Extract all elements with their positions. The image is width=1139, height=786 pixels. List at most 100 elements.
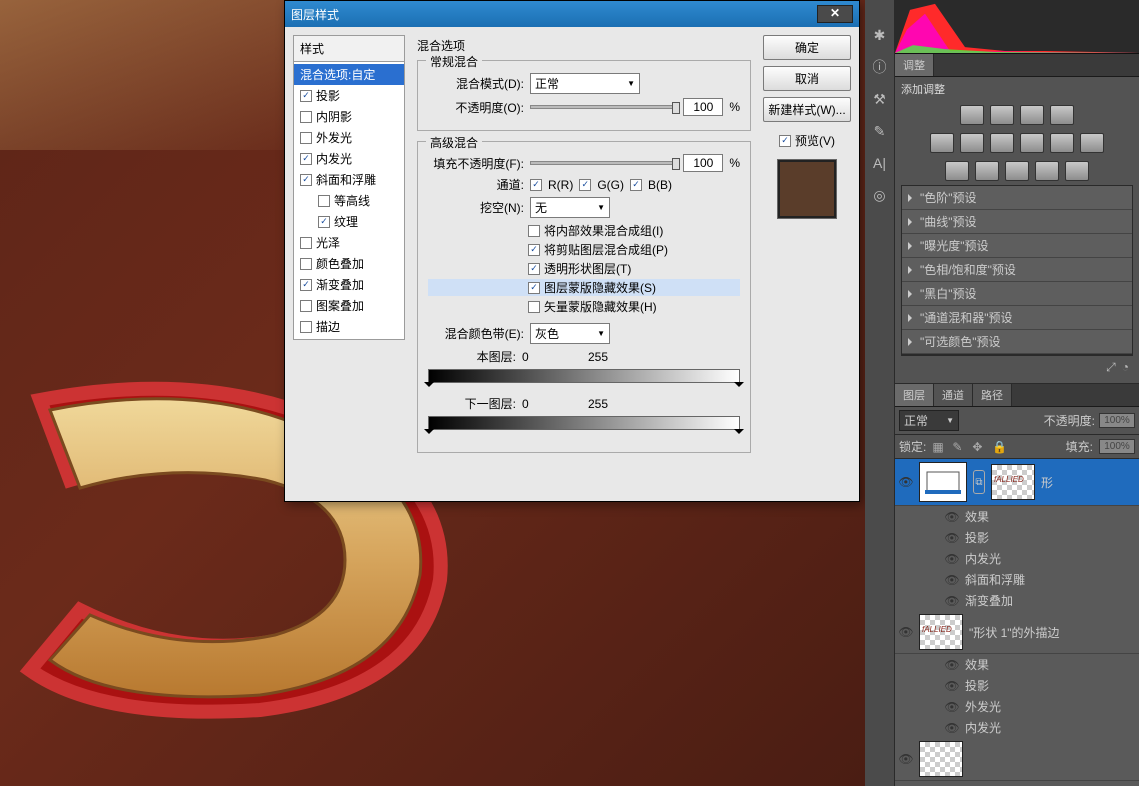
fx-item[interactable]: 👁投影: [895, 527, 1139, 548]
style-item[interactable]: ✓渐变叠加: [294, 274, 404, 295]
preset-item[interactable]: "曲线"预设: [902, 210, 1132, 234]
tab-layers[interactable]: 图层: [895, 384, 934, 406]
style-checkbox[interactable]: [318, 195, 330, 207]
preset-item[interactable]: "色阶"预设: [902, 186, 1132, 210]
mixer-icon[interactable]: [1080, 133, 1104, 153]
lock-paint-icon[interactable]: ✎: [952, 440, 966, 454]
visibility-icon[interactable]: 👁: [945, 700, 959, 714]
style-item[interactable]: 颜色叠加: [294, 253, 404, 274]
balance-icon[interactable]: [990, 133, 1014, 153]
link-icon[interactable]: ⧉: [973, 470, 985, 494]
camera-icon[interactable]: ◎: [871, 186, 889, 204]
opacity-slider[interactable]: [530, 105, 677, 109]
fx-header[interactable]: 👁效果: [895, 506, 1139, 527]
visibility-icon[interactable]: 👁: [899, 625, 913, 639]
style-checkbox[interactable]: [300, 258, 312, 270]
tab-paths[interactable]: 路径: [973, 384, 1012, 406]
visibility-icon[interactable]: 👁: [945, 531, 959, 545]
adv-checkbox[interactable]: ✓: [528, 282, 540, 294]
adv-option[interactable]: 矢量蒙版隐藏效果(H): [428, 298, 740, 315]
layer-opacity-input[interactable]: 100%: [1099, 413, 1135, 428]
style-checkbox[interactable]: [300, 237, 312, 249]
style-checkbox[interactable]: [300, 111, 312, 123]
visibility-icon[interactable]: 👁: [945, 721, 959, 735]
channel-r-checkbox[interactable]: ✓: [530, 179, 542, 191]
knockout-select[interactable]: 无▼: [530, 197, 610, 218]
fill-opacity-slider[interactable]: [530, 161, 677, 165]
layer-row-stroke[interactable]: 👁 fALLIED "形状 1"的外描边: [895, 611, 1139, 654]
dialog-titlebar[interactable]: 图层样式 ✕: [285, 1, 859, 27]
channel-b-checkbox[interactable]: ✓: [630, 179, 642, 191]
style-checkbox[interactable]: ✓: [300, 90, 312, 102]
style-item[interactable]: 图案叠加: [294, 295, 404, 316]
curves-icon[interactable]: [1020, 105, 1044, 125]
exposure-icon[interactable]: [1050, 105, 1074, 125]
style-item[interactable]: 光泽: [294, 232, 404, 253]
style-item[interactable]: 等高线: [294, 190, 404, 211]
preset-item[interactable]: "通道混和器"预设: [902, 306, 1132, 330]
fill-opacity-input[interactable]: 100: [683, 154, 723, 172]
levels-icon[interactable]: [990, 105, 1014, 125]
adv-checkbox[interactable]: ✓: [528, 263, 540, 275]
preview-checkbox[interactable]: ✓: [779, 135, 791, 147]
invert-icon[interactable]: [945, 161, 969, 181]
style-item[interactable]: 内阴影: [294, 106, 404, 127]
tab-channels[interactable]: 通道: [934, 384, 973, 406]
compass-icon[interactable]: ✱: [871, 26, 889, 44]
vibrance-icon[interactable]: [930, 133, 954, 153]
tab-adjustments[interactable]: 调整: [895, 54, 934, 76]
visibility-icon[interactable]: 👁: [945, 573, 959, 587]
brightness-icon[interactable]: [960, 105, 984, 125]
cancel-button[interactable]: 取消: [763, 66, 851, 91]
style-item[interactable]: ✓投影: [294, 85, 404, 106]
fx-item[interactable]: 👁投影: [895, 675, 1139, 696]
brush-icon[interactable]: ✎: [871, 122, 889, 140]
visibility-icon[interactable]: 👁: [899, 475, 913, 489]
fx-item[interactable]: 👁内发光: [895, 548, 1139, 569]
fx-item[interactable]: 👁内发光: [895, 717, 1139, 738]
fx-item[interactable]: 👁渐变叠加: [895, 590, 1139, 611]
info-icon[interactable]: ⓘ: [871, 58, 889, 76]
style-item[interactable]: 混合选项:自定: [294, 64, 404, 85]
preset-item[interactable]: "色相/饱和度"预设: [902, 258, 1132, 282]
style-checkbox[interactable]: [300, 300, 312, 312]
style-checkbox[interactable]: ✓: [300, 279, 312, 291]
lock-move-icon[interactable]: ✥: [972, 440, 986, 454]
lock-transparent-icon[interactable]: ▦: [932, 440, 946, 454]
fx-header[interactable]: 👁效果: [895, 654, 1139, 675]
adv-option[interactable]: ✓透明形状图层(T): [428, 260, 740, 277]
layer-blend-mode-select[interactable]: 正常▼: [899, 410, 959, 431]
style-checkbox[interactable]: [300, 321, 312, 333]
adv-option[interactable]: ✓将剪贴图层混合成组(P): [428, 241, 740, 258]
adv-checkbox[interactable]: [528, 301, 540, 313]
adv-checkbox[interactable]: [528, 225, 540, 237]
threshold-icon[interactable]: [1005, 161, 1029, 181]
selcolor-icon[interactable]: [1065, 161, 1089, 181]
type-icon[interactable]: A|: [871, 154, 889, 172]
gradmap-icon[interactable]: [1035, 161, 1059, 181]
posterize-icon[interactable]: [975, 161, 999, 181]
style-item[interactable]: ✓纹理: [294, 211, 404, 232]
photo-filter-icon[interactable]: [1050, 133, 1074, 153]
preset-item[interactable]: "可选颜色"预设: [902, 330, 1132, 354]
fx-item[interactable]: 👁外发光: [895, 696, 1139, 717]
layer-row-extra[interactable]: 👁: [895, 738, 1139, 781]
preset-item[interactable]: "黑白"预设: [902, 282, 1132, 306]
blend-mode-select[interactable]: 正常▼: [530, 73, 640, 94]
under-layer-slider[interactable]: [428, 416, 740, 430]
style-checkbox[interactable]: ✓: [300, 153, 312, 165]
bw-icon[interactable]: [1020, 133, 1044, 153]
style-item[interactable]: 描边: [294, 316, 404, 337]
fx-item[interactable]: 👁斜面和浮雕: [895, 569, 1139, 590]
visibility-icon[interactable]: 👁: [945, 679, 959, 693]
visibility-icon[interactable]: 👁: [899, 752, 913, 766]
blendif-select[interactable]: 灰色▼: [530, 323, 610, 344]
visibility-icon[interactable]: 👁: [945, 594, 959, 608]
layer-row-shape[interactable]: 👁 ⧉ fALLIED 形: [895, 459, 1139, 506]
adv-option[interactable]: ✓图层蒙版隐藏效果(S): [428, 279, 740, 296]
lock-all-icon[interactable]: 🔒: [992, 440, 1006, 454]
style-checkbox[interactable]: [300, 132, 312, 144]
close-button[interactable]: ✕: [817, 5, 853, 23]
adv-option[interactable]: 将内部效果混合成组(I): [428, 222, 740, 239]
this-layer-slider[interactable]: [428, 369, 740, 383]
